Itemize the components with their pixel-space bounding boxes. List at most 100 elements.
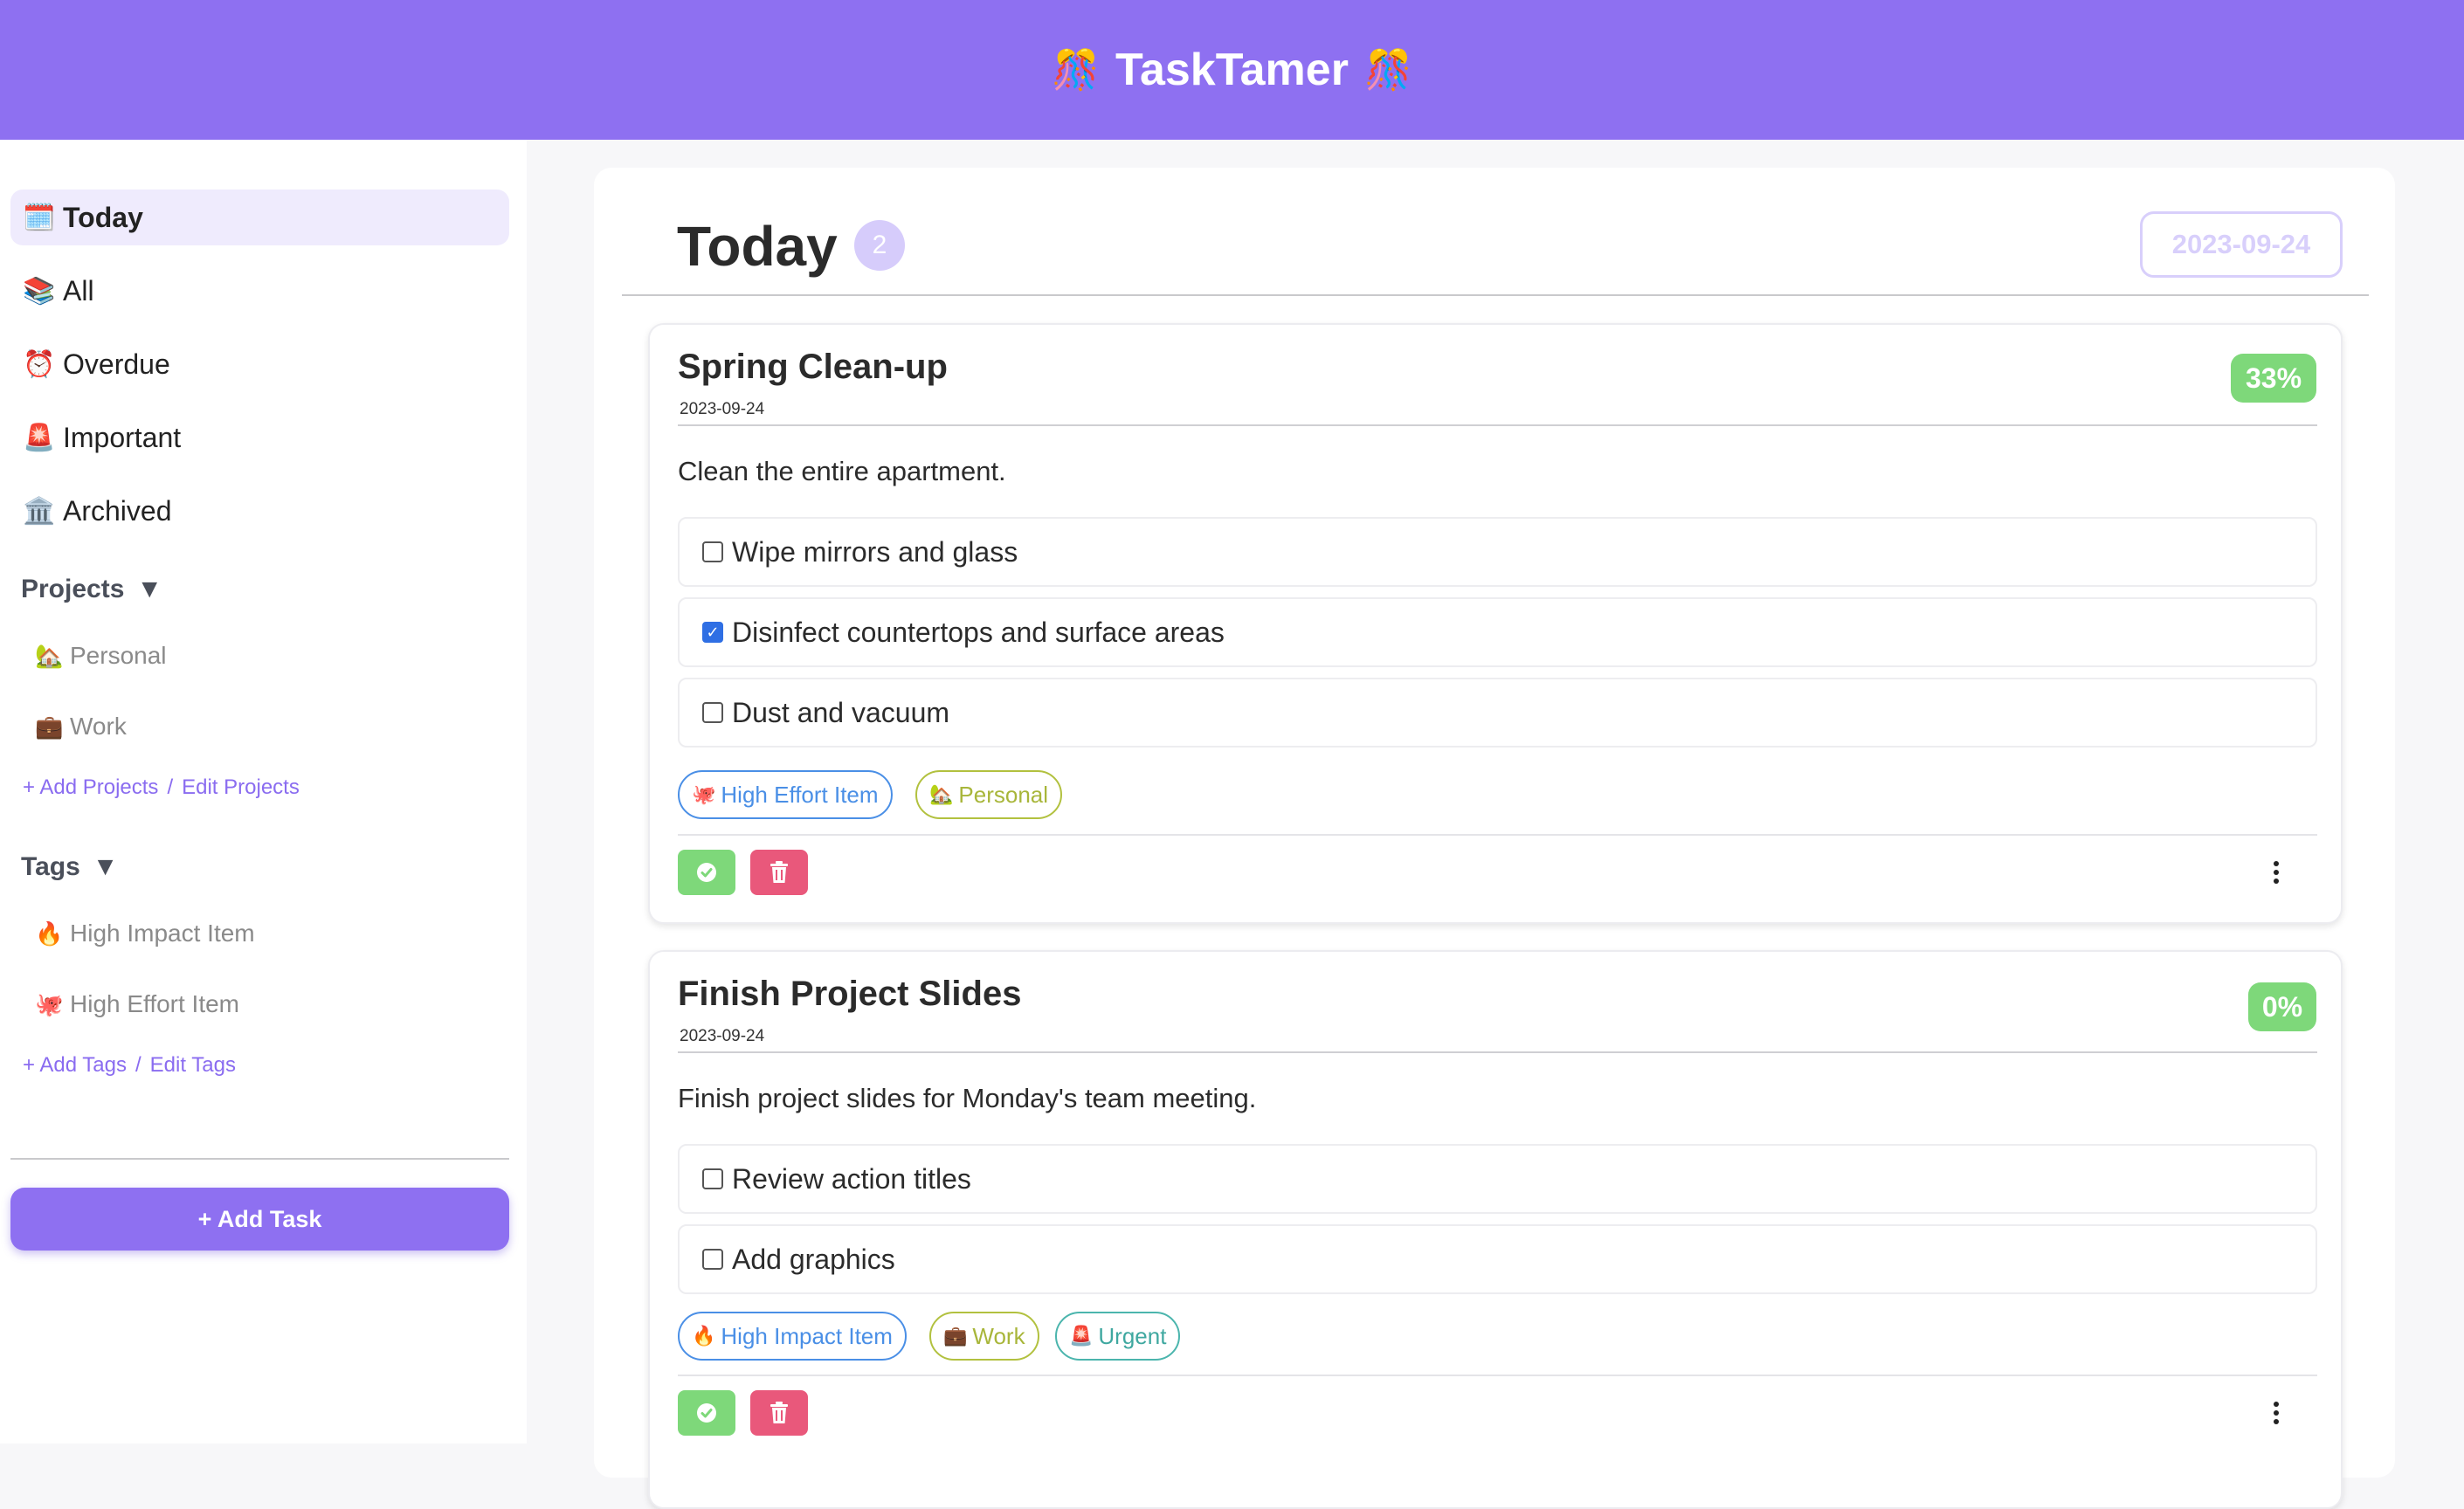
projects-section-toggle[interactable]: Projects ▼	[21, 575, 162, 604]
octopus-icon: 🐙	[35, 990, 64, 1017]
complete-button[interactable]	[678, 1390, 735, 1436]
tag-chip-label: High Impact Item	[721, 1322, 893, 1349]
tag-chip-personal[interactable]: 🏡 Personal	[915, 770, 1063, 819]
sparkle-icon: 🎊	[1052, 49, 1101, 92]
fire-icon: 🔥	[35, 920, 64, 947]
task-card: Spring Clean-up 2023-09-24 33% Clean the…	[648, 323, 2343, 924]
subtask-item[interactable]: Review action titles	[678, 1144, 2317, 1214]
project-label: Personal	[70, 642, 167, 669]
caret-down-icon: ▼	[136, 575, 163, 603]
tag-chip-high-effort[interactable]: 🐙 High Effort Item	[678, 770, 893, 819]
task-card: Finish Project Slides 2023-09-24 0% Fini…	[648, 950, 2343, 1509]
sidebar-item-important[interactable]: 🚨 Important	[10, 410, 509, 465]
card-footer-divider	[678, 1375, 2317, 1376]
title-divider	[622, 294, 2369, 296]
complete-button[interactable]	[678, 850, 735, 895]
archive-building-icon: 🏛️	[23, 496, 56, 526]
tag-chip-urgent[interactable]: 🚨 Urgent	[1055, 1312, 1181, 1361]
projects-heading: Projects	[21, 575, 125, 603]
task-title: Spring Clean-up	[678, 348, 948, 386]
subtask-checkbox-checked[interactable]: ✓	[702, 622, 723, 643]
house-icon: 🏡	[35, 642, 64, 669]
briefcase-icon: 💼	[943, 1325, 968, 1347]
trash-icon	[770, 861, 788, 883]
subtask-item[interactable]: Dust and vacuum	[678, 678, 2317, 748]
page-title: Today	[677, 215, 838, 278]
tag-item-high-effort[interactable]: 🐙 High Effort Item	[35, 990, 239, 1018]
siren-icon: 🚨	[1069, 1325, 1094, 1347]
project-label: Work	[70, 713, 127, 740]
task-description: Finish project slides for Monday's team …	[678, 1083, 1257, 1113]
app-title-text: TaskTamer	[1115, 45, 1349, 95]
sidebar: 🗓️ Today 📚 All ⏰ Overdue 🚨 Important 🏛️ …	[0, 140, 527, 1444]
project-item-work[interactable]: 💼 Work	[35, 713, 127, 741]
app-title: 🎊 TaskTamer 🎊	[1052, 44, 1411, 96]
tag-chip-label: Urgent	[1098, 1322, 1167, 1349]
sidebar-item-today[interactable]: 🗓️ Today	[10, 189, 509, 245]
subtask-item[interactable]: Add graphics	[678, 1224, 2317, 1294]
task-title: Finish Project Slides	[678, 975, 1022, 1013]
tag-chip-work[interactable]: 💼 Work	[929, 1312, 1039, 1361]
sidebar-item-all[interactable]: 📚 All	[10, 263, 509, 319]
edit-tags-link[interactable]: Edit Tags	[150, 1053, 236, 1078]
sidebar-item-label: Today	[63, 201, 143, 233]
sidebar-item-label: Overdue	[63, 348, 170, 380]
sidebar-item-label: Archived	[63, 494, 172, 527]
sidebar-divider	[10, 1158, 509, 1160]
subtask-label: Review action titles	[732, 1162, 971, 1195]
subtask-checkbox[interactable]	[702, 1249, 723, 1270]
card-footer-divider	[678, 834, 2317, 836]
subtask-checkbox[interactable]	[702, 1168, 723, 1189]
subtask-item[interactable]: ✓ Disinfect countertops and surface area…	[678, 597, 2317, 667]
more-options-icon[interactable]	[2267, 855, 2285, 890]
link-separator: /	[135, 1053, 141, 1077]
tags-section-toggle[interactable]: Tags ▼	[21, 852, 119, 882]
subtask-checkbox[interactable]	[702, 541, 723, 562]
tag-item-high-impact[interactable]: 🔥 High Impact Item	[35, 920, 255, 947]
fire-icon: 🔥	[692, 1325, 716, 1347]
calendar-icon: 🗓️	[23, 203, 56, 232]
progress-badge: 33%	[2231, 354, 2316, 403]
card-divider	[678, 424, 2317, 426]
tags-heading: Tags	[21, 852, 80, 881]
app-header: 🎊 TaskTamer 🎊	[0, 0, 2464, 140]
more-options-icon[interactable]	[2267, 1395, 2285, 1430]
caret-down-icon: ▼	[92, 852, 119, 881]
tag-label: High Effort Item	[70, 990, 240, 1017]
tag-chip-label: Personal	[958, 781, 1049, 808]
progress-badge: 0%	[2248, 982, 2316, 1031]
link-separator: /	[167, 775, 174, 799]
subtask-label: Dust and vacuum	[732, 696, 950, 728]
tag-chip-label: Work	[972, 1322, 1025, 1349]
octopus-icon: 🐙	[692, 783, 716, 805]
briefcase-icon: 💼	[35, 713, 64, 740]
task-date: 2023-09-24	[680, 400, 765, 418]
subtask-checkbox[interactable]	[702, 702, 723, 723]
sidebar-item-label: All	[63, 274, 94, 307]
delete-button[interactable]	[750, 850, 808, 895]
sidebar-item-overdue[interactable]: ⏰ Overdue	[10, 336, 509, 392]
add-projects-link[interactable]: + Add Projects	[23, 775, 158, 800]
subtask-label: Add graphics	[732, 1243, 895, 1275]
subtask-item[interactable]: Wipe mirrors and glass	[678, 517, 2317, 587]
tag-chip-label: High Effort Item	[721, 781, 879, 808]
subtask-label: Wipe mirrors and glass	[732, 535, 1018, 568]
sparkle-icon: 🎊	[1363, 49, 1412, 92]
trash-icon	[770, 1402, 788, 1423]
add-task-button[interactable]: + Add Task	[10, 1188, 509, 1251]
delete-button[interactable]	[750, 1390, 808, 1436]
edit-projects-link[interactable]: Edit Projects	[182, 775, 300, 800]
house-icon: 🏡	[929, 783, 954, 805]
check-circle-icon	[697, 1403, 716, 1423]
date-picker[interactable]: 2023-09-24	[2140, 211, 2343, 278]
task-count-badge: 2	[854, 220, 905, 271]
add-tags-link[interactable]: + Add Tags	[23, 1053, 127, 1078]
books-icon: 📚	[23, 276, 56, 306]
task-description: Clean the entire apartment.	[678, 456, 1006, 486]
card-divider	[678, 1051, 2317, 1053]
project-item-personal[interactable]: 🏡 Personal	[35, 642, 167, 670]
alarm-clock-icon: ⏰	[23, 349, 56, 379]
sidebar-item-archived[interactable]: 🏛️ Archived	[10, 483, 509, 539]
subtask-label: Disinfect countertops and surface areas	[732, 616, 1225, 648]
tag-chip-high-impact[interactable]: 🔥 High Impact Item	[678, 1312, 907, 1361]
